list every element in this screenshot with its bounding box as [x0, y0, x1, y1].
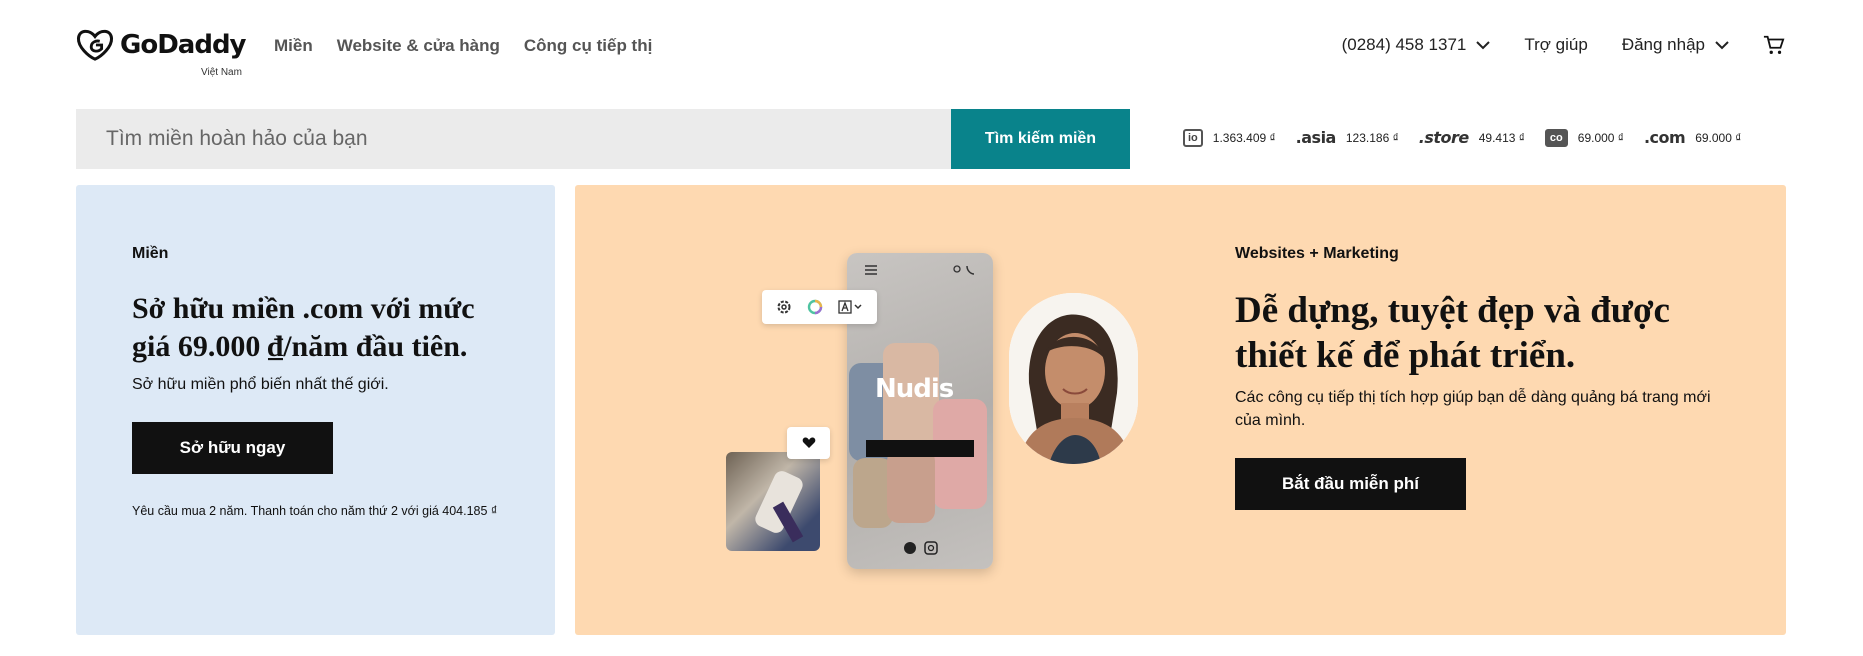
- brand-name: GoDaddy: [120, 30, 247, 60]
- tld-price: 69.000 ₫: [1577, 130, 1624, 145]
- phone-brand-logo: Nudis: [875, 374, 954, 404]
- tld-co-logo: co: [1544, 128, 1568, 147]
- tld-price: 123.186 ₫: [1345, 130, 1399, 145]
- site-header: GoDaddy Việt Nam Miền Website & cửa hàng…: [0, 0, 1863, 100]
- tld-asia-logo: .asia: [1295, 128, 1337, 147]
- tld-item[interactable]: .com 69.000 ₫: [1644, 128, 1741, 147]
- tld-com-logo: .com: [1643, 128, 1686, 147]
- tld-item[interactable]: co 69.000 ₫: [1544, 128, 1624, 147]
- promo-eyebrow: Websites + Marketing: [1235, 245, 1399, 262]
- nav-item-marketing-tools[interactable]: Công cụ tiếp thị: [524, 36, 652, 56]
- domain-search-button[interactable]: Tìm kiếm miền: [951, 109, 1130, 169]
- get-it-now-button[interactable]: Sở hữu ngay: [132, 422, 333, 474]
- font-style-icon: [837, 300, 862, 314]
- godaddy-logo-icon: [76, 29, 114, 61]
- tld-price-list: io 1.363.409 ₫ .asia 123.186 ₫ .store 49…: [1183, 128, 1741, 147]
- login-dropdown[interactable]: Đăng nhập: [1622, 35, 1729, 55]
- tld-price: 1.363.409 ₫: [1212, 130, 1276, 145]
- product-bottle-image: [887, 449, 935, 523]
- promo-body: Sở hữu miền phổ biến nhất thế giới.: [132, 376, 389, 393]
- nav-item-domains[interactable]: Miền: [274, 36, 313, 56]
- cart-icon: [1763, 35, 1785, 54]
- social-icons: [904, 541, 938, 555]
- phone-dropdown[interactable]: (0284) 458 1371: [1342, 35, 1491, 55]
- menu-icon: [865, 265, 877, 275]
- settings-icon: [777, 300, 790, 314]
- help-label: Trợ giúp: [1524, 35, 1588, 54]
- chevron-down-icon: [1715, 40, 1729, 49]
- nav-item-website-store[interactable]: Website & cửa hàng: [337, 36, 500, 56]
- promo-headline: Dễ dựng, tuyệt đẹp và được thiết kế để p…: [1235, 290, 1670, 376]
- promo-eyebrow: Miền: [132, 245, 169, 262]
- heart-icon: [802, 437, 815, 448]
- phone-cta-bar: [866, 440, 974, 457]
- login-label: Đăng nhập: [1621, 35, 1705, 54]
- help-link[interactable]: Trợ giúp: [1524, 35, 1587, 55]
- tld-item[interactable]: io 1.363.409 ₫: [1183, 128, 1276, 147]
- phone-number: (0284) 458 1371: [1341, 35, 1467, 54]
- tld-price: 69.000 ₫: [1695, 130, 1742, 145]
- promo-body: Các công cụ tiếp thị tích hợp giúp bạn d…: [1235, 389, 1711, 429]
- websites-marketing-promo-card: Nudis Websites + Marketing Dễ dựng, tuyệ…: [575, 185, 1786, 635]
- promo-headline: Sở hữu miền .com với mức giá 69.000 ₫/nă…: [132, 292, 475, 363]
- product-photo-thumbnail: [726, 452, 820, 551]
- color-picker-icon: [807, 299, 822, 315]
- cart-button[interactable]: [1763, 34, 1785, 56]
- customer-portrait: [1009, 293, 1138, 464]
- main-nav: Miền Website & cửa hàng Công cụ tiếp thị: [274, 36, 652, 56]
- domain-promo-card: Miền Sở hữu miền .com với mức giá 69.000…: [76, 185, 555, 635]
- tld-item[interactable]: .asia 123.186 ₫: [1296, 128, 1399, 147]
- tld-item[interactable]: .store 49.413 ₫: [1419, 128, 1525, 147]
- brand-region: Việt Nam: [201, 67, 242, 78]
- chevron-down-icon: [1476, 40, 1491, 49]
- tld-store-logo: .store: [1418, 128, 1469, 147]
- utility-nav: (0284) 458 1371 Trợ giúp Đăng nhập: [1342, 34, 1785, 56]
- tld-io-logo: io: [1183, 128, 1203, 147]
- godaddy-logo[interactable]: GoDaddy: [76, 28, 247, 62]
- tld-price: 49.413 ₫: [1478, 130, 1525, 145]
- promo-disclaimer: Yêu cầu mua 2 năm. Thanh toán cho năm th…: [132, 504, 498, 518]
- start-free-button[interactable]: Bắt đầu miễn phí: [1235, 458, 1466, 510]
- search-phone-icon: [953, 265, 975, 275]
- editor-toolbar: [762, 290, 877, 324]
- domain-search-input[interactable]: [76, 109, 951, 169]
- like-badge: [787, 427, 830, 459]
- person-avatar-icon: [1009, 293, 1138, 464]
